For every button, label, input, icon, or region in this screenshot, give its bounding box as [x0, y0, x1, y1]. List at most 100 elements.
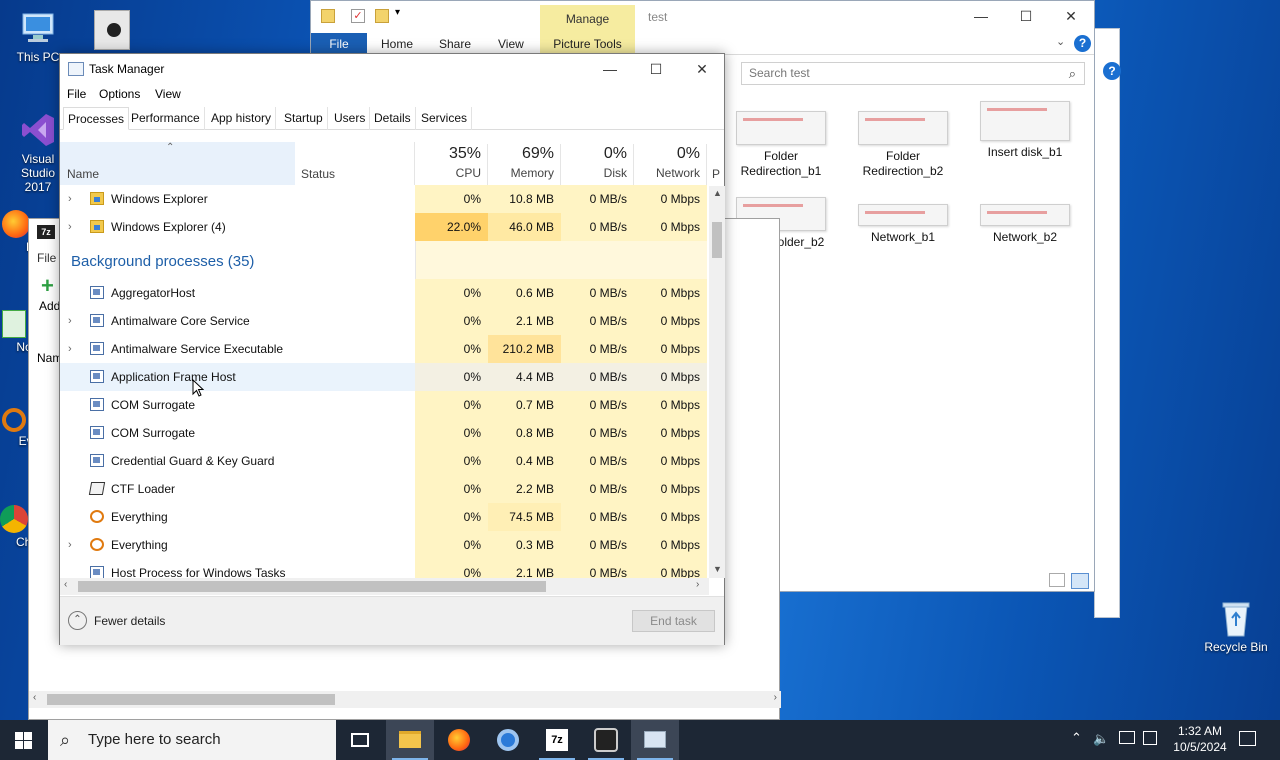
tab-share[interactable]: Share: [429, 33, 481, 55]
table-row[interactable]: › Windows Explorer 0% 10.8 MB 0 MB/s 0 M…: [60, 185, 707, 213]
taskbar-app-file-explorer[interactable]: [386, 720, 434, 760]
tab-services[interactable]: Services: [417, 107, 473, 130]
table-row[interactable]: › Antimalware Core Service 0% 2.1 MB 0 M…: [60, 307, 707, 335]
file-thumbnail[interactable]: Insert disk_b1: [966, 101, 1084, 160]
expand-chevron-icon[interactable]: ›: [68, 531, 72, 559]
scrollbar-thumb[interactable]: [712, 222, 722, 258]
file-icon[interactable]: [94, 10, 130, 50]
close-button[interactable]: ✕: [679, 54, 725, 84]
tab-processes[interactable]: Processes: [63, 107, 130, 130]
disk-column-header[interactable]: 0% Disk: [561, 144, 634, 185]
tab-picture-tools[interactable]: Picture Tools: [540, 33, 635, 55]
volume-muted-icon[interactable]: 🔈: [1093, 731, 1109, 747]
details-view-icon[interactable]: [1049, 573, 1065, 587]
taskbar-search-box[interactable]: ⌕ Type here to search: [48, 720, 336, 760]
scrollbar-thumb[interactable]: [78, 581, 546, 592]
minimize-button[interactable]: —: [587, 54, 633, 84]
expand-chevron-icon[interactable]: ›: [68, 335, 72, 363]
power-column-header[interactable]: P: [712, 167, 720, 181]
menu-file[interactable]: File: [67, 87, 86, 101]
file-thumbnail[interactable]: Network_b2: [966, 204, 1084, 245]
add-icon[interactable]: +: [41, 275, 59, 297]
maximize-button[interactable]: ☐: [633, 54, 679, 84]
horizontal-scrollbar[interactable]: ‹ ›: [60, 578, 709, 595]
tab-startup[interactable]: Startup: [280, 107, 328, 130]
file-thumbnail[interactable]: Network_b1: [844, 204, 962, 245]
scrollbar-thumb[interactable]: [47, 694, 335, 705]
taskbar-app-firefox[interactable]: [435, 720, 483, 760]
taskbar-app-task-manager[interactable]: [631, 720, 679, 760]
name-column-header[interactable]: ⌃ Name: [60, 142, 295, 185]
expand-chevron-icon[interactable]: ›: [68, 185, 72, 213]
disk-cell: 0 MB/s: [561, 213, 634, 241]
memory-column-header[interactable]: 69% Memory: [488, 144, 561, 185]
network-icon[interactable]: [1119, 731, 1135, 744]
maximize-button[interactable]: ☐: [1003, 1, 1049, 31]
tab-app-history[interactable]: App history: [207, 107, 277, 130]
group-header-row[interactable]: Background processes (35): [60, 241, 707, 279]
table-row[interactable]: COM Surrogate 0% 0.8 MB 0 MB/s 0 Mbps: [60, 419, 707, 447]
ribbon-collapse-icon[interactable]: ⌄: [1056, 35, 1065, 48]
scroll-down-icon[interactable]: ▼: [713, 564, 722, 574]
menu-options[interactable]: Options: [99, 87, 140, 101]
menu-view[interactable]: View: [155, 87, 181, 101]
table-row[interactable]: › Windows Explorer (4) 22.0% 46.0 MB 0 M…: [60, 213, 707, 241]
expand-chevron-icon[interactable]: ›: [68, 213, 72, 241]
table-row[interactable]: AggregatorHost 0% 0.6 MB 0 MB/s 0 Mbps: [60, 279, 707, 307]
scroll-left-icon[interactable]: ‹: [64, 579, 67, 590]
horizontal-scrollbar[interactable]: ‹ ›: [29, 691, 781, 708]
file-thumbnail[interactable]: Folder Redirection_b1: [722, 111, 840, 179]
scroll-up-icon[interactable]: ▲: [713, 188, 722, 198]
fewer-details-link[interactable]: Fewer details: [94, 614, 165, 628]
status-column-header[interactable]: Status: [295, 142, 415, 185]
ime-icon[interactable]: [1143, 731, 1157, 745]
large-icons-view-icon[interactable]: [1071, 573, 1089, 589]
tab-view[interactable]: View: [488, 33, 534, 55]
end-task-button[interactable]: End task: [632, 610, 715, 632]
desktop-icon-recycle-bin[interactable]: Recycle Bin: [1198, 598, 1274, 654]
quick-access-dropdown-icon[interactable]: ▾: [395, 7, 400, 18]
cpu-cell: 0%: [415, 391, 488, 419]
properties-icon[interactable]: ✓: [351, 9, 365, 23]
tab-file[interactable]: File: [311, 33, 367, 55]
tab-details[interactable]: Details: [370, 107, 416, 130]
menu-file[interactable]: File: [37, 251, 56, 265]
show-hidden-icons[interactable]: ⌃: [1071, 730, 1082, 746]
clock[interactable]: 1:32 AM 10/5/2024: [1160, 723, 1240, 755]
folder-icon[interactable]: [321, 9, 335, 23]
windows-start-icon[interactable]: [15, 732, 32, 749]
task-view-button[interactable]: [336, 720, 384, 760]
expand-chevron-icon[interactable]: ›: [68, 307, 72, 335]
minimize-button[interactable]: —: [958, 1, 1004, 31]
tab-users[interactable]: Users: [330, 107, 371, 130]
table-row[interactable]: › Antimalware Service Executable 0% 210.…: [60, 335, 707, 363]
vertical-scrollbar[interactable]: ▲ ▼: [709, 186, 725, 578]
taskbar-app-7zip[interactable]: 7z: [533, 720, 581, 760]
table-row[interactable]: Credential Guard & Key Guard 0% 0.4 MB 0…: [60, 447, 707, 475]
table-row[interactable]: CTF Loader 0% 2.2 MB 0 MB/s 0 Mbps: [60, 475, 707, 503]
taskbar-app-chrome[interactable]: [484, 720, 532, 760]
tab-performance[interactable]: Performance: [127, 107, 205, 130]
search-input[interactable]: Search test ⌕: [741, 62, 1085, 85]
scroll-right-icon[interactable]: ›: [696, 579, 699, 590]
help-icon[interactable]: ?: [1103, 62, 1121, 80]
new-folder-icon[interactable]: [375, 9, 389, 23]
taskbar-app-cpu-z[interactable]: [582, 720, 630, 760]
file-thumbnail[interactable]: Folder Redirection_b2: [844, 111, 962, 179]
collapse-chevron-icon[interactable]: ⌃: [68, 611, 87, 630]
table-row-hovered[interactable]: Application Frame Host 0% 4.4 MB 0 MB/s …: [60, 363, 707, 391]
network-column-header[interactable]: 0% Network: [634, 144, 707, 185]
tab-home[interactable]: Home: [371, 33, 423, 55]
table-row[interactable]: › Everything 0% 0.3 MB 0 MB/s 0 Mbps: [60, 531, 707, 559]
close-button[interactable]: ✕: [1048, 1, 1094, 31]
table-row[interactable]: COM Surrogate 0% 0.7 MB 0 MB/s 0 Mbps: [60, 391, 707, 419]
manage-context-tab[interactable]: Manage: [540, 5, 635, 33]
table-row[interactable]: Host Process for Windows Tasks 0% 2.1 MB…: [60, 559, 707, 578]
network-cell: 0 Mbps: [634, 363, 707, 391]
scroll-left-icon[interactable]: ‹: [33, 692, 36, 703]
cpu-column-header[interactable]: 35% CPU: [415, 144, 488, 185]
notifications-icon[interactable]: [1239, 731, 1256, 746]
table-row[interactable]: Everything 0% 74.5 MB 0 MB/s 0 Mbps: [60, 503, 707, 531]
help-icon[interactable]: ?: [1074, 35, 1091, 52]
scroll-right-icon[interactable]: ›: [774, 692, 777, 703]
